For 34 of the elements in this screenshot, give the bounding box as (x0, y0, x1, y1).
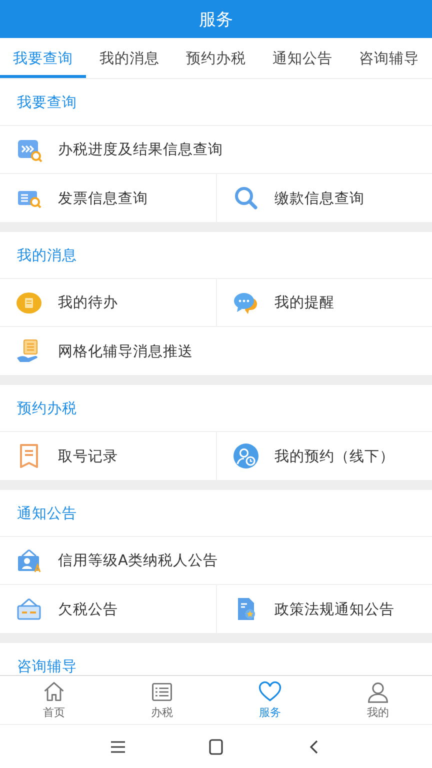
nav-tab[interactable]: 首页 (0, 676, 108, 724)
service-item[interactable]: 我的预约（线下） (216, 432, 432, 480)
service-item[interactable]: 信用等级A类纳税人公告 (0, 537, 432, 584)
nav-tab[interactable]: 我的 (324, 676, 432, 724)
search-icon (232, 185, 258, 211)
service-item[interactable]: 缴款信息查询 (216, 174, 432, 222)
tab[interactable]: 预约办税 (172, 38, 260, 78)
service-item[interactable]: 网格化辅导消息推送 (0, 327, 432, 375)
service-item[interactable]: 我的待办 (0, 279, 216, 326)
user-clock-icon (232, 443, 258, 469)
section-title: 通知公告 (0, 490, 432, 537)
section-title: 我的消息 (0, 232, 432, 279)
hanging-sign-icon (16, 596, 42, 622)
home-icon (42, 680, 66, 704)
window-title: 服务 (199, 8, 233, 30)
service-item[interactable]: 发票信息查询 (0, 174, 216, 222)
tab[interactable]: 咨询辅导 (346, 38, 432, 78)
section-title: 预约办税 (0, 385, 432, 432)
list-icon (150, 680, 174, 704)
tab[interactable]: 通知公告 (259, 38, 346, 78)
service-item[interactable]: 我的提醒 (216, 279, 432, 326)
service-item[interactable]: 取号记录 (0, 432, 216, 480)
service-item[interactable]: 欠税公告 (0, 585, 216, 633)
nav-tab[interactable]: 办税 (108, 676, 216, 724)
tab[interactable]: 我的消息 (86, 38, 173, 78)
person-sign-icon (16, 548, 42, 574)
section-title: 我要查询 (0, 79, 432, 126)
service-item[interactable]: 政策法规通知公告 (216, 585, 432, 633)
document-icon (16, 290, 42, 316)
user-icon (366, 680, 390, 704)
heart-icon (258, 680, 282, 704)
service-item[interactable]: 办税进度及结果信息查询 (0, 126, 432, 173)
nav-tab[interactable]: 服务 (216, 676, 324, 724)
home-button-icon[interactable] (207, 738, 225, 756)
